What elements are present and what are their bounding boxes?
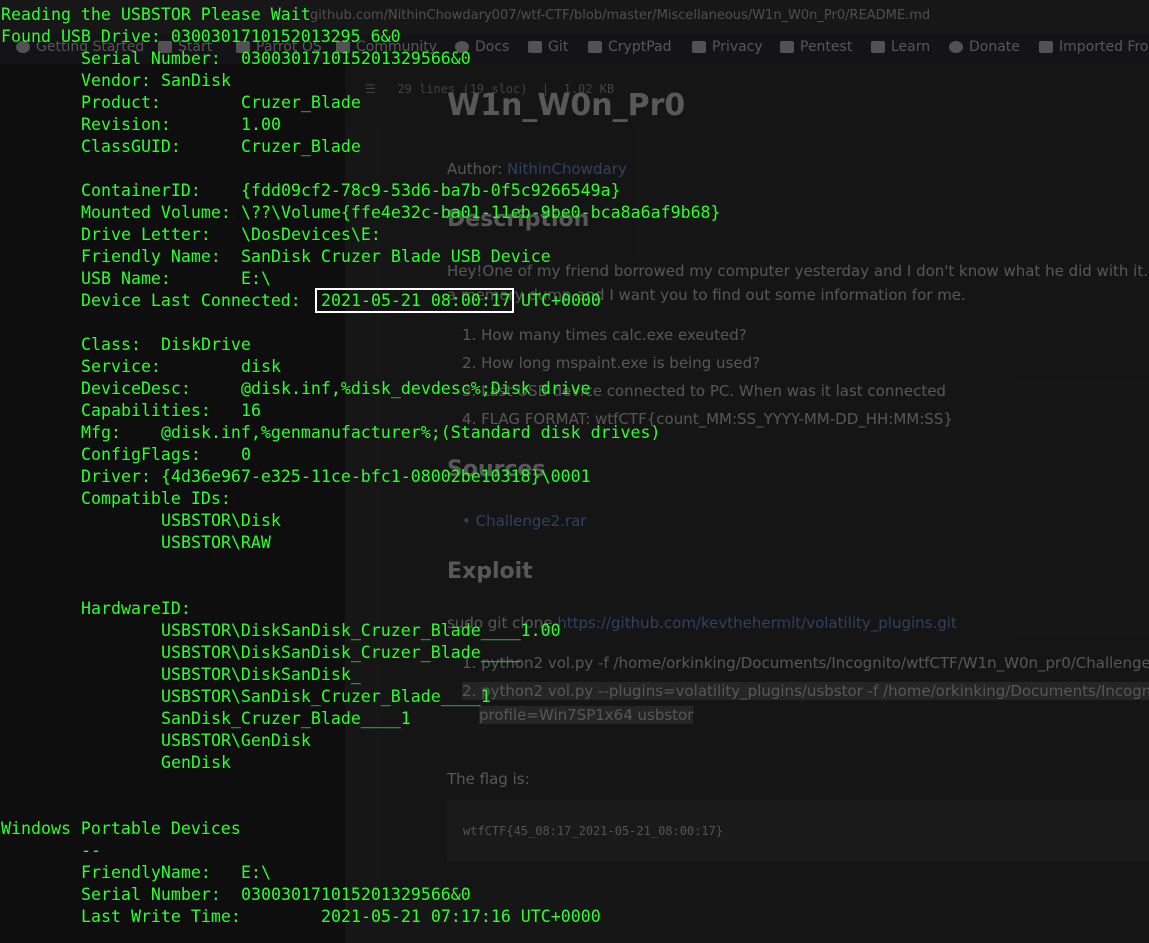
product-value: Cruzer_Blade bbox=[241, 93, 361, 112]
terminal-header-found: Found USB Drive: 0300301710152013295 6&0 bbox=[1, 27, 401, 46]
bookmark-donate[interactable]: Donate bbox=[949, 39, 1020, 55]
mounted-volume-value: \??\Volume{ffe4e32c-ba01-11eb-9be0-bca8a… bbox=[241, 203, 721, 222]
usb-name-label: USB Name: bbox=[81, 269, 171, 288]
mfg-value: @disk.inf,%genmanufacturer%;(Standard di… bbox=[161, 423, 661, 442]
revision-value: 1.00 bbox=[241, 115, 281, 134]
wpd-serial-label: Serial Number: bbox=[81, 885, 221, 904]
hardware-id: SanDisk_Cruzer_Blade____1 bbox=[161, 709, 411, 728]
vendor-value: SanDisk bbox=[161, 71, 231, 90]
capabilities-label: Capabilities: bbox=[81, 401, 211, 420]
bookmark-learn[interactable]: Learn bbox=[871, 39, 930, 55]
classguid-label: ClassGUID: bbox=[81, 137, 181, 156]
exploit-step: 2. python2 vol.py --plugins=volatility_p… bbox=[462, 682, 1149, 700]
clone-url-link[interactable]: https://github.com/kevthehermit/volatili… bbox=[557, 614, 957, 632]
folder-icon bbox=[692, 41, 706, 53]
bookmark-imported[interactable]: Imported From bbox=[1039, 39, 1149, 55]
serial-label: Serial Number: bbox=[81, 49, 221, 68]
last-connected-tz: UTC+0000 bbox=[521, 291, 601, 310]
exploit-step-cont: profile=Win7SP1x64 usbstor bbox=[479, 706, 694, 724]
hardware-id: USBSTOR\DiskSanDisk_ bbox=[161, 665, 361, 684]
wpd-friendly-value: E:\ bbox=[241, 863, 271, 882]
configflags-label: ConfigFlags: bbox=[81, 445, 201, 464]
service-value: disk bbox=[241, 357, 281, 376]
last-connected-label: Device Last Connected: bbox=[81, 291, 301, 310]
hardware-id-label: HardwareID: bbox=[81, 599, 191, 618]
revision-label: Revision: bbox=[81, 115, 171, 134]
containerid-label: ContainerID: bbox=[81, 181, 201, 200]
source-file-link[interactable]: • Challenge2.rar bbox=[462, 512, 586, 530]
flag-code: wtfCTF{45_08:17_2021-05-21_08:00:17} bbox=[463, 824, 724, 838]
classguid-value: Cruzer_Blade bbox=[241, 137, 361, 156]
wpd-friendly-label: FriendlyName: bbox=[81, 863, 211, 882]
serial-value: 030030171015201329566&0 bbox=[241, 49, 471, 68]
hardware-id: USBSTOR\DiskSanDisk_Cruzer_Blade____1.00 bbox=[161, 621, 561, 640]
friendly-name-value: SanDisk Cruzer Blade USB Device bbox=[241, 247, 551, 266]
wpd-title: Windows Portable Devices bbox=[1, 819, 241, 838]
cryptpad-icon bbox=[588, 41, 602, 53]
mounted-volume-label: Mounted Volume: bbox=[81, 203, 231, 222]
class-label: Class: bbox=[81, 335, 141, 354]
folder-icon bbox=[780, 41, 794, 53]
compatible-id: USBSTOR\RAW bbox=[161, 533, 271, 552]
folder-icon bbox=[871, 41, 885, 53]
url-text[interactable]: github.com/NithinChowdary007/wtf-CTF/blo… bbox=[310, 8, 930, 23]
driver-value: {4d36e967-e325-11ce-bfc1-08002be10318}\0… bbox=[161, 467, 591, 486]
driver-label: Driver: bbox=[81, 467, 151, 486]
bookmark-cryptpad[interactable]: CryptPad bbox=[588, 39, 671, 55]
compatible-ids-label: Compatible IDs: bbox=[81, 489, 231, 508]
wpd-last-write-label: Last Write Time: bbox=[81, 907, 241, 926]
mfg-label: Mfg: bbox=[81, 423, 121, 442]
question-item: 1. How many times calc.exe exeuted? bbox=[462, 326, 747, 344]
configflags-value: 0 bbox=[241, 445, 251, 464]
gitlab-icon bbox=[528, 41, 542, 53]
hardware-id: GenDisk bbox=[161, 753, 231, 772]
exploit-step: 1. python2 vol.py -f /home/orkinking/Doc… bbox=[462, 654, 1149, 672]
wpd-last-write-value: 2021-05-21 07:17:16 UTC+0000 bbox=[321, 907, 601, 926]
folder-icon bbox=[1039, 41, 1053, 53]
vendor-label: Vendor: bbox=[81, 71, 151, 90]
usb-name-value: E:\ bbox=[241, 269, 271, 288]
devicedesc-value: @disk.inf,%disk_devdesc%;Disk drive bbox=[241, 379, 591, 398]
readme-title: W1n_W0n_Pr0 bbox=[447, 88, 686, 123]
product-label: Product: bbox=[81, 93, 161, 112]
description-line1: Hey!One of my friend borrowed my compute… bbox=[447, 262, 1149, 280]
highlight-box bbox=[315, 288, 514, 313]
drive-letter-label: Drive Letter: bbox=[81, 225, 211, 244]
hardware-id: USBSTOR\SanDisk_Cruzer_Blade____1 bbox=[161, 687, 491, 706]
terminal-header-reading: Reading the USBSTOR Please Wait bbox=[1, 5, 311, 24]
author-link[interactable]: NithinChowdary bbox=[507, 160, 627, 178]
bookmark-privacy[interactable]: Privacy bbox=[692, 39, 763, 55]
hardware-id: USBSTOR\DiskSanDisk_Cruzer_Blade____ bbox=[161, 643, 521, 662]
devicedesc-label: DeviceDesc: bbox=[81, 379, 191, 398]
wpd-separator: -- bbox=[81, 841, 101, 860]
class-value: DiskDrive bbox=[161, 335, 251, 354]
friendly-name-label: Friendly Name: bbox=[81, 247, 221, 266]
compatible-id: USBSTOR\Disk bbox=[161, 511, 281, 530]
question-item: 2. How long mspaint.exe is being used? bbox=[462, 354, 761, 372]
bookmark-pentest[interactable]: Pentest bbox=[780, 39, 852, 55]
author-line: Author: NithinChowdary bbox=[447, 160, 627, 178]
hardware-id: USBSTOR\GenDisk bbox=[161, 731, 311, 750]
service-label: Service: bbox=[81, 357, 161, 376]
capabilities-value: 16 bbox=[241, 401, 261, 420]
drive-letter-value: \DosDevices\E: bbox=[241, 225, 381, 244]
wpd-serial-value: 030030171015201329566&0 bbox=[241, 885, 471, 904]
containerid-value: {fdd09cf2-78c9-53d6-ba7b-0f5c9266549a} bbox=[241, 181, 621, 200]
flag-label: The flag is: bbox=[447, 770, 530, 788]
exploit-heading: Exploit bbox=[447, 559, 533, 584]
donate-icon bbox=[949, 41, 963, 53]
bookmark-git[interactable]: Git bbox=[528, 39, 568, 55]
